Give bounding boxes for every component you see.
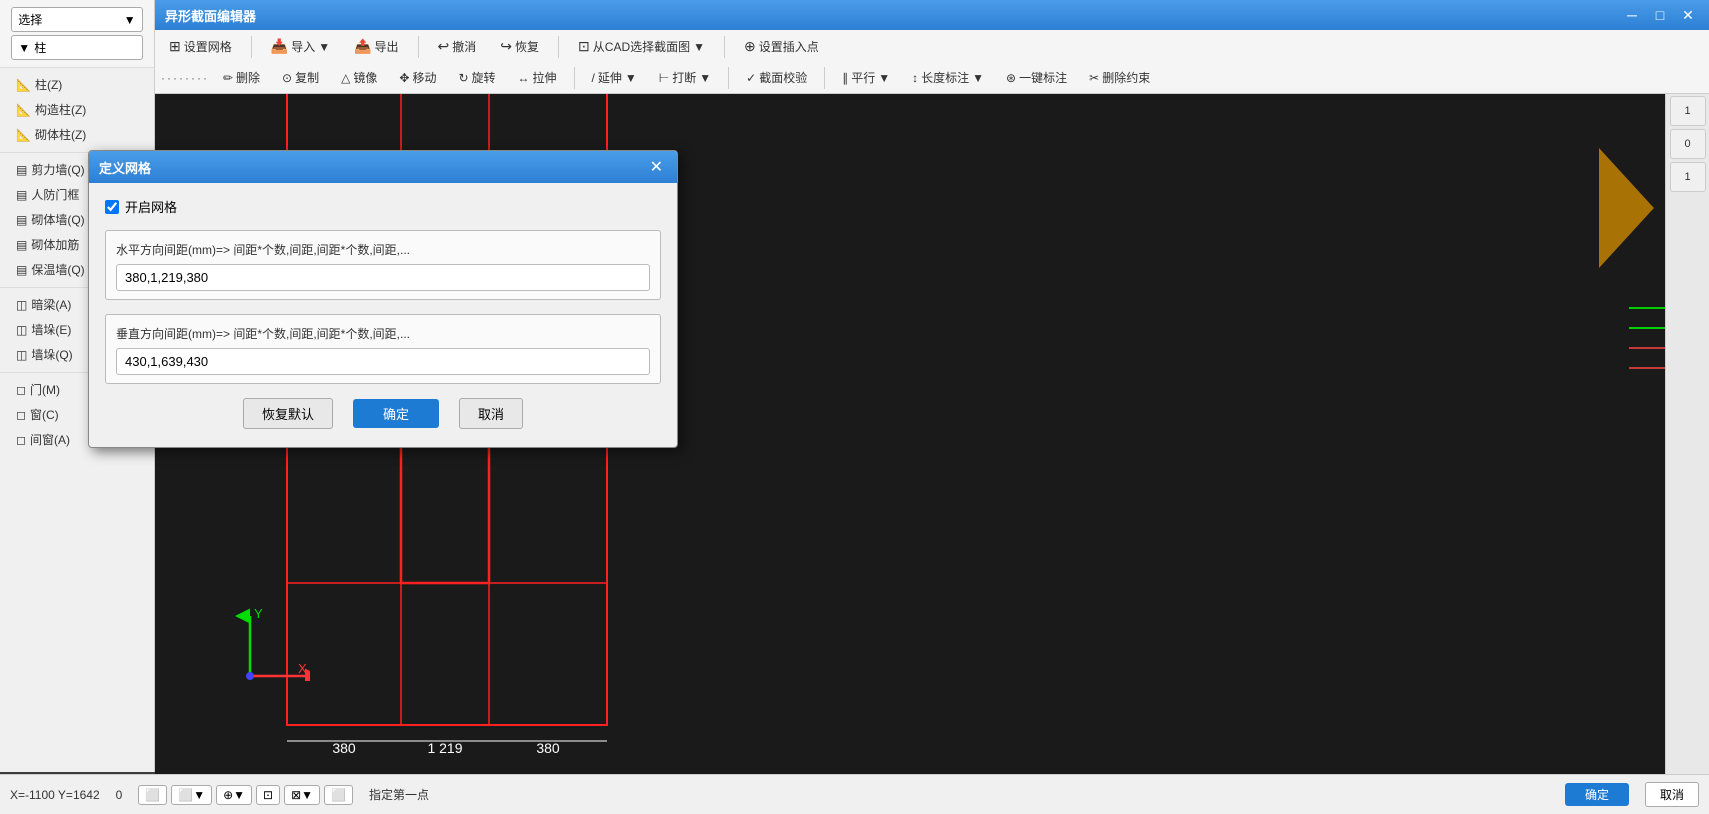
- dialog-title: 定义网格: [99, 158, 151, 177]
- dialog-close-button[interactable]: ✕: [646, 157, 667, 177]
- app-container: 选择 ▼ ▼ 柱 异形截面编辑器 ─ □ ✕ ⊞ 设置网格 📥 导入 ▼ 📤 导…: [0, 0, 1709, 814]
- h-spacing-label: 水平方向间距(mm)=> 间距*个数,间距,间距*个数,间距,...: [116, 241, 650, 258]
- enable-grid-row: 开启网格: [105, 197, 661, 216]
- v-spacing-input[interactable]: [116, 348, 650, 375]
- v-spacing-section: 垂直方向间距(mm)=> 间距*个数,间距,间距*个数,间距,...: [105, 314, 661, 384]
- enable-grid-checkbox[interactable]: [105, 200, 119, 214]
- restore-default-button[interactable]: 恢复默认: [243, 398, 333, 429]
- dialog-titlebar: 定义网格 ✕: [89, 151, 677, 183]
- define-grid-dialog: 定义网格 ✕ 开启网格 水平方向间距(mm)=> 间距*个数,间距,间距*个数,…: [88, 150, 678, 448]
- dialog-cancel-button[interactable]: 取消: [459, 398, 523, 429]
- h-spacing-input[interactable]: [116, 264, 650, 291]
- h-spacing-section: 水平方向间距(mm)=> 间距*个数,间距,间距*个数,间距,...: [105, 230, 661, 300]
- dialog-confirm-button[interactable]: 确定: [353, 399, 439, 428]
- dialog-footer: 恢复默认 确定 取消: [105, 398, 661, 433]
- v-spacing-label: 垂直方向间距(mm)=> 间距*个数,间距,间距*个数,间距,...: [116, 325, 650, 342]
- enable-grid-label: 开启网格: [125, 197, 177, 216]
- dialog-overlay: 定义网格 ✕ 开启网格 水平方向间距(mm)=> 间距*个数,间距,间距*个数,…: [0, 0, 1709, 814]
- dialog-body: 开启网格 水平方向间距(mm)=> 间距*个数,间距,间距*个数,间距,... …: [89, 183, 677, 447]
